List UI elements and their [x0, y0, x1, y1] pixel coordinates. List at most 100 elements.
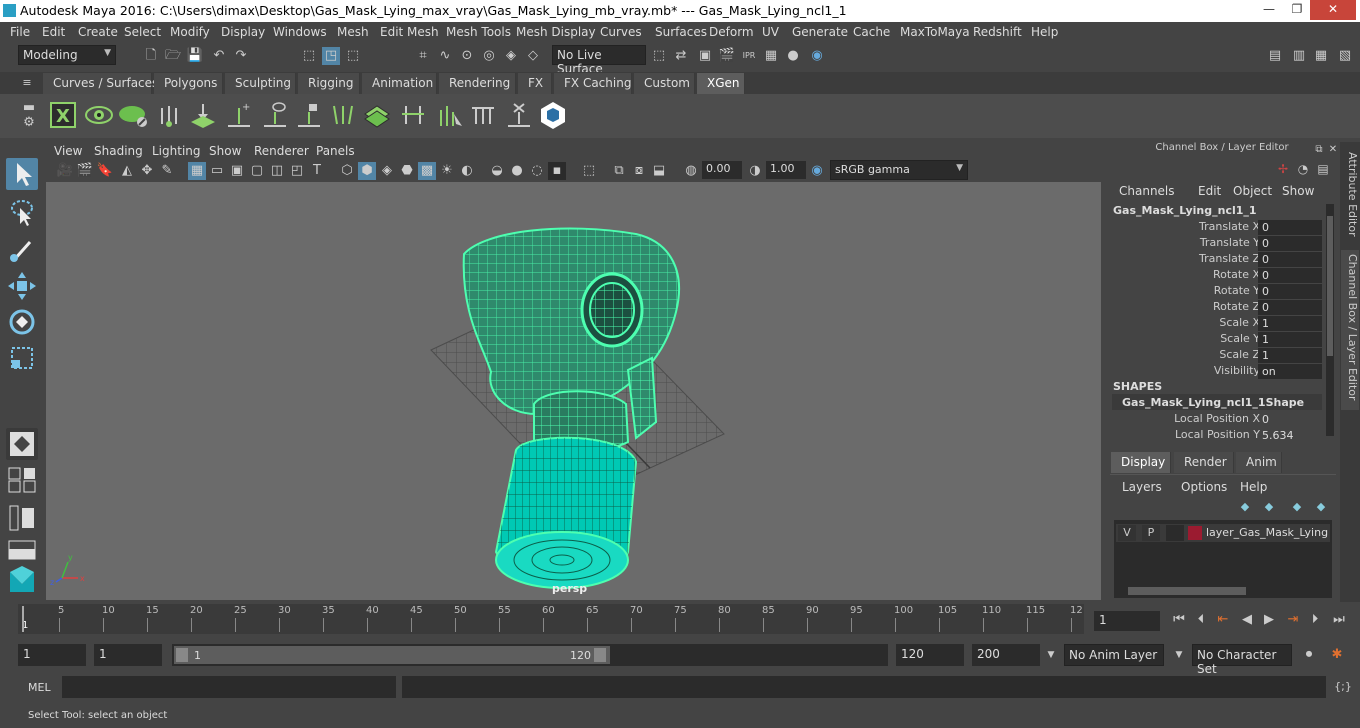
- layer-move-up-icon[interactable]: ◆: [1236, 498, 1254, 516]
- channel-box-toggle-icon[interactable]: ▧: [1336, 47, 1354, 65]
- play-backward-icon[interactable]: ◀: [1238, 611, 1256, 629]
- new-scene-icon[interactable]: 🗋: [142, 47, 160, 65]
- rotate-tool-icon[interactable]: [6, 306, 38, 338]
- xgen-guides-icon[interactable]: [154, 100, 184, 130]
- snap-curve-icon[interactable]: ∿: [436, 47, 454, 65]
- shelf-tab-sculpting[interactable]: Sculpting: [225, 73, 296, 94]
- play-forward-icon[interactable]: ▶: [1260, 611, 1278, 629]
- input-output-icon[interactable]: ⇄: [672, 47, 690, 65]
- menu-mesh[interactable]: Mesh: [337, 25, 369, 39]
- menu-mesh-tools[interactable]: Mesh Tools: [446, 25, 511, 39]
- gamma-icon[interactable]: ◑: [746, 162, 764, 180]
- xgen-guide-eye-icon[interactable]: [260, 100, 290, 130]
- xgen-lock-guide-icon[interactable]: [294, 100, 324, 130]
- layer-menu-layers[interactable]: Layers: [1122, 480, 1162, 494]
- isolate-select-icon[interactable]: ▪: [548, 162, 566, 180]
- scale-tool-icon[interactable]: [6, 342, 38, 374]
- depth-of-field-icon[interactable]: ◌: [528, 162, 546, 180]
- field-chart-icon[interactable]: ◫: [268, 162, 286, 180]
- menu-edit-mesh[interactable]: Edit Mesh: [380, 25, 439, 39]
- wireframe-on-shaded-icon[interactable]: ◈: [378, 162, 396, 180]
- attribute-value-field[interactable]: 1: [1258, 348, 1322, 363]
- shape-attribute-value[interactable]: 0: [1258, 412, 1322, 427]
- command-input[interactable]: [62, 676, 396, 698]
- outliner-layout-icon[interactable]: [6, 502, 38, 534]
- layer-tab-anim[interactable]: Anim: [1236, 452, 1282, 473]
- construction-history-icon[interactable]: ⬚: [650, 47, 668, 65]
- select-hierarchy-icon[interactable]: ⬚: [300, 47, 318, 65]
- shelf-tab-animation[interactable]: Animation: [362, 73, 437, 94]
- xgen-clear-preview-icon[interactable]: [118, 100, 148, 130]
- menu-file[interactable]: File: [10, 25, 30, 39]
- viewport-menu-show[interactable]: Show: [209, 144, 241, 158]
- xgen-delete-guide-icon[interactable]: [504, 100, 534, 130]
- chevron-down-icon[interactable]: ▼: [1042, 646, 1060, 664]
- layer-tab-display[interactable]: Display: [1111, 452, 1171, 473]
- attribute-value-field[interactable]: on: [1258, 364, 1322, 379]
- menu-modify[interactable]: Modify: [170, 25, 210, 39]
- animation-start-field[interactable]: 1: [18, 644, 86, 666]
- go-to-start-icon[interactable]: ⏮: [1170, 611, 1188, 629]
- channel-box-menu-channels[interactable]: Channels: [1119, 184, 1175, 198]
- attribute-value-field[interactable]: 1: [1258, 316, 1322, 331]
- menu-deform[interactable]: Deform: [709, 25, 754, 39]
- character-set-select[interactable]: No Character Set: [1192, 644, 1292, 676]
- menu-help[interactable]: Help: [1031, 25, 1058, 39]
- paint-select-tool-icon[interactable]: [6, 234, 38, 266]
- camera-attributes-icon[interactable]: 🎬: [76, 162, 94, 180]
- select-object-icon[interactable]: ◳: [322, 47, 340, 65]
- gear-icon[interactable]: ⚙: [20, 114, 38, 132]
- menu-edit[interactable]: Edit: [42, 25, 65, 39]
- color-management-icon[interactable]: ◉: [808, 162, 826, 180]
- workspace-icon[interactable]: ▤: [1266, 47, 1284, 65]
- anim-layer-select[interactable]: No Anim Layer: [1064, 644, 1164, 666]
- menu-create[interactable]: Create: [78, 25, 118, 39]
- redo-icon[interactable]: ↷: [232, 47, 250, 65]
- layer-name[interactable]: layer_Gas_Mask_Lying: [1206, 526, 1328, 539]
- attribute-value-field[interactable]: 0: [1258, 236, 1322, 251]
- previous-key-icon[interactable]: ⇤: [1214, 611, 1232, 629]
- gamma-field[interactable]: 1.00: [766, 161, 806, 179]
- exposure-icon[interactable]: ◍: [682, 162, 700, 180]
- attribute-value-field[interactable]: 1: [1258, 332, 1322, 347]
- layer-row[interactable]: V P layer_Gas_Mask_Lying: [1116, 524, 1330, 542]
- menu-select[interactable]: Select: [124, 25, 161, 39]
- shelf-tab-rendering[interactable]: Rendering: [439, 73, 516, 94]
- hypershade-icon[interactable]: ●: [784, 47, 802, 65]
- viewport-menu-renderer[interactable]: Renderer: [254, 144, 309, 158]
- channel-settings-icon[interactable]: ▤: [1314, 160, 1332, 178]
- auto-key-icon[interactable]: ⏺: [1300, 646, 1318, 664]
- wireframe-icon[interactable]: ⬡: [338, 162, 356, 180]
- channel-box-menu-edit[interactable]: Edit: [1198, 184, 1221, 198]
- layer-menu-options[interactable]: Options: [1181, 480, 1227, 494]
- time-slider[interactable]: 5 10 15 20 25 30 35 40 45 50 55 60 65 70 75 80 85 90 95 100…: [0, 602, 1360, 636]
- live-surface-field[interactable]: No Live Surface: [552, 45, 646, 76]
- multisample-aa-icon[interactable]: ●: [508, 162, 526, 180]
- menu-redshift[interactable]: Redshift: [973, 25, 1022, 39]
- shelf-tab-curves-surfaces[interactable]: Curves / Surfaces: [43, 73, 158, 94]
- menu-windows[interactable]: Windows: [273, 25, 327, 39]
- viewport-menu-lighting[interactable]: Lighting: [152, 144, 201, 158]
- snap-point-icon[interactable]: ⊙: [458, 47, 476, 65]
- xgen-place-guides-icon[interactable]: [188, 100, 218, 130]
- xgen-length-icon[interactable]: [434, 100, 464, 130]
- attribute-value-field[interactable]: 0: [1258, 252, 1322, 267]
- menu-maxtomaya[interactable]: MaxToMaya: [900, 25, 970, 39]
- maya-logo-icon[interactable]: [6, 564, 38, 596]
- command-language-label[interactable]: MEL: [28, 681, 51, 694]
- shadows-icon[interactable]: ☀: [438, 162, 456, 180]
- attribute-value-field[interactable]: 0: [1258, 268, 1322, 283]
- xgen-cut-icon[interactable]: [398, 100, 428, 130]
- attribute-editor-toggle-icon[interactable]: ▦: [1312, 47, 1330, 65]
- go-to-end-icon[interactable]: ⏭: [1330, 611, 1348, 629]
- playback-end-field[interactable]: 120: [896, 644, 964, 666]
- shelf-tab-polygons[interactable]: Polygons: [154, 73, 223, 94]
- xray-joints-icon[interactable]: ⧉: [610, 162, 628, 180]
- range-slider-handle[interactable]: [174, 646, 610, 664]
- layer-menu-help[interactable]: Help: [1240, 480, 1267, 494]
- viewport-menu-shading[interactable]: Shading: [94, 144, 143, 158]
- chevron-down-icon[interactable]: ▼: [1170, 646, 1188, 664]
- grease-pencil-icon[interactable]: ✎: [158, 162, 176, 180]
- exposure-field[interactable]: 0.00: [702, 161, 742, 179]
- xgen-create-icon[interactable]: X: [48, 100, 78, 130]
